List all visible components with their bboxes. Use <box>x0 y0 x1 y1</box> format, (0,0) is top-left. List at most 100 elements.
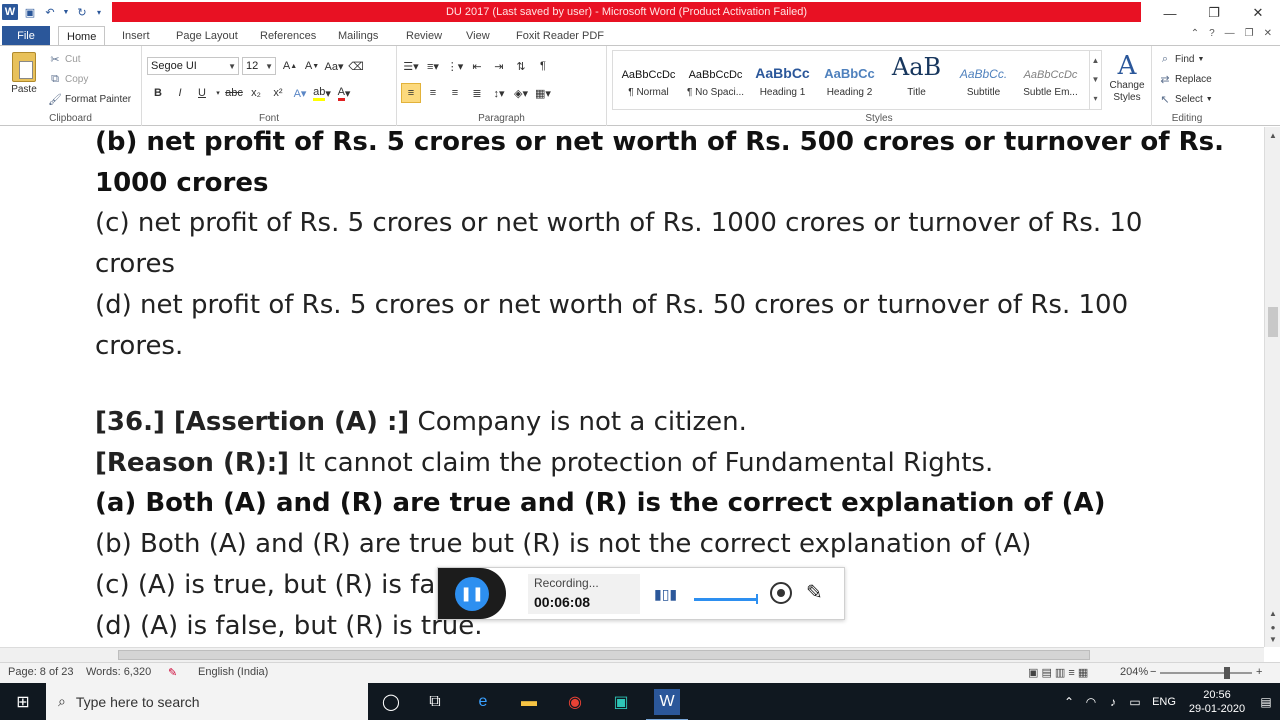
show-hidden-icons-icon[interactable]: ⌃ <box>1058 695 1080 709</box>
save-icon[interactable]: ▣ <box>22 4 38 20</box>
styles-scroll[interactable]: ▲ ▼ ▾ <box>1089 51 1101 109</box>
italic-icon[interactable]: I <box>170 83 190 103</box>
underline-dropdown-icon[interactable]: ▾ <box>214 83 222 103</box>
shading-icon[interactable]: ◈▾ <box>511 83 531 103</box>
find-button[interactable]: ⌕ Find ▼ <box>1158 52 1204 66</box>
redo-icon[interactable]: ↻ <box>74 4 90 20</box>
wifi-icon[interactable]: ◠ <box>1080 695 1102 709</box>
restore-button[interactable]: ❐ <box>1192 0 1236 26</box>
tab-file[interactable]: File <box>2 26 50 46</box>
pen-icon[interactable]: ✎ <box>806 580 823 605</box>
align-right-icon[interactable]: ≡ <box>445 83 465 103</box>
increase-indent-icon[interactable]: ⇥ <box>489 56 509 76</box>
customize-qat-icon[interactable]: ▾ <box>94 4 104 20</box>
taskbar-clock[interactable]: 20:56 29-01-2020 <box>1182 688 1252 716</box>
zoom-out-icon[interactable]: − <box>1150 666 1156 678</box>
tab-page-layout[interactable]: Page Layout <box>168 26 246 46</box>
zoom-slider[interactable] <box>1160 672 1252 674</box>
prev-page-icon[interactable]: ▲ <box>1265 609 1280 618</box>
start-button[interactable]: ⊞ <box>0 683 46 720</box>
line-spacing-icon[interactable]: ↕▾ <box>489 83 509 103</box>
align-left-icon[interactable]: ≡ <box>401 83 421 103</box>
style-heading-1[interactable]: AaBbCc Heading 1 <box>749 53 816 107</box>
close-button[interactable]: ✕ <box>1236 0 1280 26</box>
text-effects-icon[interactable]: A▾ <box>290 83 310 103</box>
view-buttons[interactable]: ▣ ▤ ▥ ≡ ▦ <box>1028 666 1088 679</box>
tab-insert[interactable]: Insert <box>114 26 158 46</box>
pause-button[interactable]: ❚❚ <box>455 576 489 611</box>
font-size-combo[interactable]: 12 ▼ <box>242 57 276 75</box>
style-normal[interactable]: AaBbCcDc ¶ Normal <box>615 53 682 107</box>
webcam-icon[interactable] <box>770 582 792 604</box>
tab-mailings[interactable]: Mailings <box>330 26 386 46</box>
zoom-level[interactable]: 204% <box>1120 666 1148 678</box>
font-name-combo[interactable]: Segoe UI ▼ <box>147 57 239 75</box>
copy-button[interactable]: ⧉ Copy <box>48 72 88 86</box>
word-app-icon[interactable]: W <box>2 4 18 20</box>
word-count[interactable]: Words: 6,320 <box>86 666 151 678</box>
notifications-icon[interactable]: ▤ <box>1252 695 1280 709</box>
style-title[interactable]: AaB Title <box>883 53 950 107</box>
task-view-icon[interactable]: ⧉ <box>422 689 448 715</box>
show-formatting-icon[interactable]: ¶ <box>533 56 553 76</box>
battery-icon[interactable]: ▭ <box>1124 695 1146 709</box>
decrease-indent-icon[interactable]: ⇤ <box>467 56 487 76</box>
horizontal-scroll-thumb[interactable] <box>118 650 1090 660</box>
grow-font-icon[interactable]: A ▲ <box>280 56 300 76</box>
word-taskbar-icon[interactable]: W <box>646 689 688 720</box>
paste-button[interactable]: Paste <box>8 52 40 95</box>
borders-icon[interactable]: ▦▾ <box>533 83 553 103</box>
file-explorer-icon[interactable]: ▬ <box>516 689 542 715</box>
style-no-spacing[interactable]: AaBbCcDc ¶ No Spaci... <box>682 53 749 107</box>
screen-recorder-app-icon[interactable]: ▣ <box>608 689 634 715</box>
horizontal-scrollbar[interactable] <box>0 647 1264 662</box>
tab-home[interactable]: Home <box>58 26 106 47</box>
minimize-ribbon-icon[interactable]: ⌃ <box>1191 28 1199 39</box>
style-subtitle[interactable]: AaBbCc. Subtitle <box>950 53 1017 107</box>
chrome-icon[interactable]: ◉ <box>562 689 588 715</box>
undo-dropdown-icon[interactable]: ▼ <box>62 4 70 20</box>
next-page-icon[interactable]: ▼ <box>1265 635 1280 644</box>
highlight-icon[interactable]: ab ▾ <box>312 83 332 103</box>
replace-button[interactable]: ⇄ Replace <box>1158 72 1211 86</box>
bullets-icon[interactable]: ☰▾ <box>401 56 421 76</box>
doc-restore-icon[interactable]: ❐ <box>1245 28 1254 39</box>
underline-icon[interactable]: U <box>192 83 212 103</box>
doc-close-icon[interactable]: ✕ <box>1264 28 1272 39</box>
tab-foxit-reader-pdf[interactable]: Foxit Reader PDF <box>508 26 612 46</box>
clear-formatting-icon[interactable]: ⌫ <box>346 56 366 76</box>
numbering-icon[interactable]: ≡▾ <box>423 56 443 76</box>
proofing-icon[interactable]: ✎ <box>168 666 177 679</box>
page-count[interactable]: Page: 8 of 23 <box>8 666 73 678</box>
select-button[interactable]: ↖ Select ▼ <box>1158 92 1212 106</box>
cortana-icon[interactable]: ◯ <box>378 689 404 715</box>
style-heading-2[interactable]: AaBbCc Heading 2 <box>816 53 883 107</box>
superscript-icon[interactable]: x² <box>268 83 288 103</box>
font-color-icon[interactable]: A ▾ <box>334 83 354 103</box>
change-styles-button[interactable]: A Change Styles <box>1106 52 1148 104</box>
multilevel-list-icon[interactable]: ⋮▾ <box>445 56 465 76</box>
format-painter-button[interactable]: 🖌 Format Painter <box>48 92 131 106</box>
shrink-font-icon[interactable]: A ▼ <box>302 56 322 76</box>
strikethrough-icon[interactable]: abc <box>224 83 244 103</box>
undo-icon[interactable]: ↶ <box>42 4 58 20</box>
justify-icon[interactable]: ≣ <box>467 83 487 103</box>
style-subtle-emphasis[interactable]: AaBbCcDc Subtle Em... <box>1017 53 1084 107</box>
minimize-button[interactable]: — <box>1148 0 1192 26</box>
zoom-slider-knob[interactable] <box>1224 667 1230 679</box>
bold-icon[interactable]: B <box>148 83 168 103</box>
tab-review[interactable]: Review <box>398 26 450 46</box>
doc-minimize-icon[interactable]: — <box>1225 28 1235 39</box>
subscript-icon[interactable]: x₂ <box>246 83 266 103</box>
tab-view[interactable]: View <box>458 26 498 46</box>
vertical-scrollbar[interactable]: ▲ ▲ ● ▼ <box>1264 127 1280 647</box>
change-case-icon[interactable]: Aa▾ <box>324 56 344 76</box>
language-indicator-tray[interactable]: ENG <box>1146 696 1182 708</box>
volume-icon[interactable]: ♪ <box>1102 695 1124 709</box>
volume-slider[interactable] <box>694 594 758 604</box>
edge-icon[interactable]: e <box>470 689 496 715</box>
cut-button[interactable]: ✂ Cut <box>48 52 80 66</box>
align-center-icon[interactable]: ≡ <box>423 83 443 103</box>
language-indicator[interactable]: English (India) <box>198 666 268 678</box>
zoom-in-icon[interactable]: + <box>1256 666 1262 678</box>
